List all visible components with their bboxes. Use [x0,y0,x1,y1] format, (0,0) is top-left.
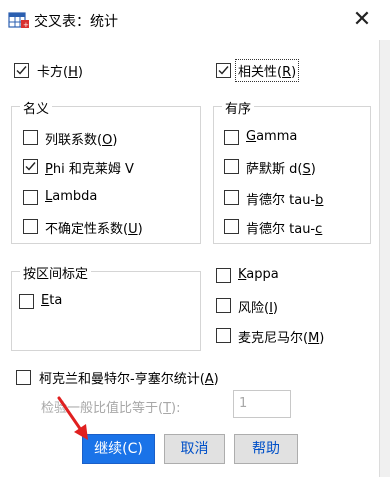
label-text: 肯德尔 tau- [246,222,316,237]
correlation-checkbox[interactable] [216,63,231,78]
kendall-tau-c-label[interactable]: 肯德尔 tau-c [246,218,322,237]
mnemonic: A [204,372,214,387]
mnemonic: M [308,331,320,346]
eta-checkbox[interactable] [19,294,34,309]
close-icon[interactable]: ✕ [350,8,374,32]
svg-text:+: + [23,21,29,29]
checkmark-icon [25,162,36,171]
label-text: ta [49,293,63,308]
label-text: 麦克尼马尔( [238,331,309,346]
interval-group [11,271,201,351]
label-text: ) [291,65,297,80]
contingency-coefficient-label[interactable]: 列联系数(O) [45,129,117,148]
correlation-label[interactable]: 相关性(R) [235,59,300,82]
cancel-button[interactable]: 取消 [164,434,225,464]
checkmark-icon [218,66,229,75]
uncertainty-coefficient-checkbox[interactable] [23,219,38,234]
mnemonic: b [315,193,324,208]
label-text: 列联系数( [45,133,103,148]
chi-square-label[interactable]: 卡方(H) [37,61,83,80]
window-edge [379,40,390,477]
mnemonic: c [315,222,323,237]
mnemonic: P [45,162,53,177]
label-text: ) [137,222,143,237]
label-text: hi 和克莱姆 V [52,162,134,177]
chi-square-checkbox[interactable] [14,63,29,78]
gamma-checkbox[interactable] [224,130,239,145]
label-text: amma [256,129,298,144]
eta-label[interactable]: Eta [41,293,62,308]
label-text: 萨默斯 d( [246,162,303,177]
kendall-tau-b-label[interactable]: 肯德尔 tau-b [246,189,323,208]
label-text: ) [213,372,219,387]
mnemonic: H [68,65,78,80]
help-button[interactable]: 帮助 [234,434,298,464]
risk-checkbox[interactable] [216,298,231,313]
label-text: 不确定性系数( [45,222,129,237]
mnemonic: U [128,222,138,237]
label-text: ) [319,331,325,346]
label-text: ) [77,65,83,80]
common-odds-ratio-input[interactable]: 1 [233,390,291,418]
label-text: ) [112,133,118,148]
nominal-group-title: 名义 [20,98,53,117]
label-text: appa [246,267,279,282]
label-text: 肯德尔 tau- [246,193,316,208]
mcnemar-checkbox[interactable] [216,328,231,343]
cmh-label[interactable]: 柯克兰和曼特尔-亨塞尔统计(A) [39,368,219,387]
uncertainty-coefficient-label[interactable]: 不确定性系数(U) [45,218,143,237]
app-table-icon: + [8,10,30,30]
ordinal-group-title: 有序 [222,98,255,117]
checkmark-icon [16,66,27,75]
lambda-checkbox[interactable] [23,190,38,205]
label-text: 相关性( [238,65,283,80]
contingency-coefficient-checkbox[interactable] [23,130,38,145]
phi-cramers-v-checkbox[interactable] [23,159,38,174]
mnemonic: E [41,293,50,308]
mcnemar-label[interactable]: 麦克尼马尔(M) [238,327,324,346]
somers-d-checkbox[interactable] [224,159,239,174]
somers-d-label[interactable]: 萨默斯 d(S) [246,158,316,177]
label-text: 柯克兰和曼特尔-亨塞尔统计( [39,372,205,387]
mnemonic: T [163,401,172,416]
kappa-checkbox[interactable] [216,268,231,283]
label-text: ): [171,401,181,416]
mnemonic: S [302,162,311,177]
phi-cramers-v-label[interactable]: Phi 和克莱姆 V [45,158,134,177]
mnemonic: R [282,65,292,80]
kappa-label[interactable]: Kappa [238,267,279,282]
kendall-tau-b-checkbox[interactable] [224,190,239,205]
lambda-label[interactable]: Lambda [45,189,97,204]
window-title: 交叉表：统计 [34,14,118,30]
risk-label[interactable]: 风险(I) [238,297,278,316]
kendall-tau-c-checkbox[interactable] [224,219,239,234]
mnemonic: O [102,133,113,148]
label-text: 卡方( [37,65,69,80]
label-text: ambda [52,189,98,204]
cmh-checkbox[interactable] [16,370,31,385]
label-text: 风险( [238,301,270,316]
gamma-label[interactable]: Gamma [246,129,297,144]
label-text: ) [310,162,316,177]
red-arrow-icon [57,396,88,440]
label-text: ) [272,301,278,316]
mnemonic: G [246,129,257,144]
interval-group-title: 按区间标定 [20,263,92,282]
